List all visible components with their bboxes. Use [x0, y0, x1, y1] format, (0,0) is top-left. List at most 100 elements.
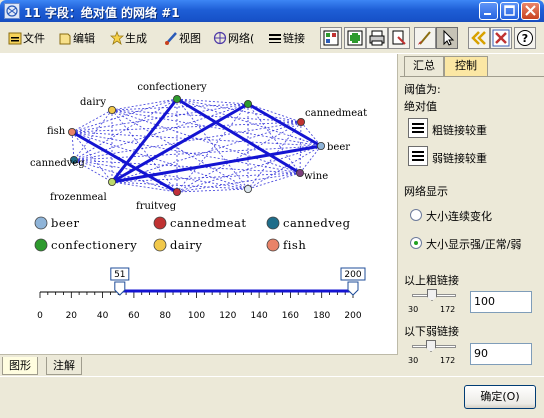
close-panel-button[interactable]	[490, 27, 512, 49]
above-heavy-label: 以上粗链接	[404, 274, 459, 287]
weak-threshold-slider[interactable]: 30 172	[408, 339, 458, 367]
legend-label-confectionery: confectionery	[51, 238, 137, 252]
slider-tick-label: 140	[251, 311, 268, 321]
menu-network[interactable]: 网络(	[213, 29, 254, 47]
node-dairy[interactable]	[108, 106, 117, 115]
legend-swatch-cannedveg	[266, 216, 280, 230]
node-fruitveg[interactable]	[172, 187, 181, 196]
strong-normal-weak-radio[interactable]	[410, 237, 422, 249]
legend-label-cannedveg: cannedveg	[283, 216, 351, 230]
menu-edit-label: 编辑	[73, 32, 95, 45]
weak-link	[299, 121, 302, 174]
help-button[interactable]: ?	[514, 27, 536, 49]
select-pointer-button[interactable]	[436, 27, 458, 49]
slider-tick-label: 20	[66, 311, 78, 321]
generate-icon	[109, 30, 125, 46]
close-button[interactable]	[521, 2, 540, 20]
menu-edit[interactable]: 编辑	[58, 29, 95, 47]
legend-swatch-cannedmeat	[153, 216, 167, 230]
weak-link	[71, 131, 75, 161]
tab-graph[interactable]: 图形	[2, 357, 38, 375]
menu-generate[interactable]: 生成	[109, 29, 147, 47]
range-low-value: 51	[114, 270, 125, 280]
range-high-value: 200	[344, 270, 361, 280]
legend-label-dairy: dairy	[170, 238, 202, 252]
network-display-label: 网络显示	[404, 185, 448, 198]
controls-panel: 阈值为: 绝对值 粗链接较重 弱链接较重 网络显示 大小连续变化 大小显示强/正…	[400, 76, 544, 376]
heavy-threshold-slider[interactable]: 30 172	[408, 288, 458, 316]
weak-link	[111, 121, 302, 183]
slider-tick-label: 160	[282, 311, 299, 321]
node-softdrink[interactable]	[243, 184, 252, 193]
slider-tick-label: 0	[37, 311, 43, 321]
export-icon[interactable]	[388, 27, 410, 49]
heavy-threshold-input[interactable]: 100	[470, 291, 532, 313]
view-tabs: 图形 注解	[0, 354, 398, 376]
menu-file[interactable]: 文件	[8, 29, 45, 47]
menu-links[interactable]: 链接	[268, 29, 305, 47]
node-beer-top[interactable]	[243, 100, 252, 109]
minimize-button[interactable]	[479, 2, 498, 20]
slider-tick-label: 60	[128, 311, 140, 321]
menu-view[interactable]: 视图	[164, 29, 201, 47]
node-wine[interactable]	[295, 169, 304, 178]
legend-swatch-fish	[266, 238, 280, 252]
slider-tick-label: 180	[313, 311, 330, 321]
node-frozenmeal[interactable]	[108, 178, 117, 187]
legend-label-cannedmeat: cannedmeat	[170, 216, 246, 230]
continuous-size-radio[interactable]	[410, 209, 422, 221]
maximize-button[interactable]	[500, 2, 519, 20]
legend-label-fish: fish	[283, 238, 306, 252]
add-node-button[interactable]	[344, 27, 366, 49]
node-label-cannedmeat: cannedmeat	[305, 108, 367, 119]
network-app-icon	[4, 3, 20, 19]
node-cannedmeat[interactable]	[296, 118, 305, 127]
ok-button[interactable]: 确定(O)	[464, 385, 536, 409]
slider-tick-label: 80	[159, 311, 171, 321]
paint-brush-button[interactable]	[414, 27, 436, 49]
legend-label-beer: beer	[51, 216, 79, 230]
weak-heavier-toggle[interactable]	[408, 146, 428, 166]
collapse-panel-button[interactable]	[468, 27, 490, 49]
svg-text:?: ?	[522, 32, 528, 45]
node-label-dairy: dairy	[80, 97, 106, 108]
weak-threshold-input[interactable]: 90	[470, 343, 532, 365]
threshold-label: 阈值为:	[404, 83, 441, 96]
grid-layout-button[interactable]	[320, 27, 342, 49]
dialog-footer: 确定(O)	[0, 376, 544, 418]
range-slider-high-thumb[interactable]	[347, 281, 359, 296]
weak-link	[176, 98, 249, 190]
weak-slider-min: 30	[408, 356, 419, 365]
slider-tick-label: 200	[344, 311, 361, 321]
menu-links-label: 链接	[283, 32, 305, 45]
tab-controls[interactable]: 控制	[444, 56, 488, 76]
window-title: 11 字段：绝对值 的网络 #1	[24, 6, 180, 20]
weak-slider-max: 172	[440, 356, 456, 365]
network-icon	[213, 31, 227, 45]
legend-swatch-confectionery	[34, 238, 48, 252]
tab-summary[interactable]: 汇总	[404, 56, 444, 76]
weak-link	[111, 98, 178, 111]
links-icon	[268, 31, 282, 45]
node-confectionery[interactable]	[172, 95, 181, 104]
network-canvas[interactable]: confectionery cannedmeat dairy fish cannedve…	[0, 54, 398, 354]
node-beer[interactable]	[316, 142, 325, 151]
toolbar: 文件 编辑 生成 视图 网络( 链接 ?	[0, 22, 544, 54]
tab-notes[interactable]: 注解	[46, 357, 82, 375]
legend-swatch-dairy	[153, 238, 167, 252]
weak-link	[111, 109, 301, 174]
node-label-fruitveg: fruitveg	[136, 201, 177, 212]
node-label-wine: wine	[304, 171, 328, 182]
heavy-heavier-toggle[interactable]	[408, 118, 428, 138]
heavy-slider-min: 30	[408, 305, 419, 314]
range-slider-low-thumb[interactable]	[114, 281, 126, 296]
print-icon[interactable]	[366, 27, 388, 49]
slider-tick-label: 40	[97, 311, 109, 321]
weak-link	[176, 98, 249, 105]
brush-icon	[164, 31, 178, 45]
network-graph[interactable]: confectionery cannedmeat dairy fish cannedve…	[0, 54, 398, 354]
node-fish[interactable]	[68, 128, 77, 137]
heavy-heavier-label: 粗链接较重	[432, 124, 487, 137]
slider-tick-label: 120	[219, 311, 236, 321]
menu-file-label: 文件	[23, 32, 45, 45]
